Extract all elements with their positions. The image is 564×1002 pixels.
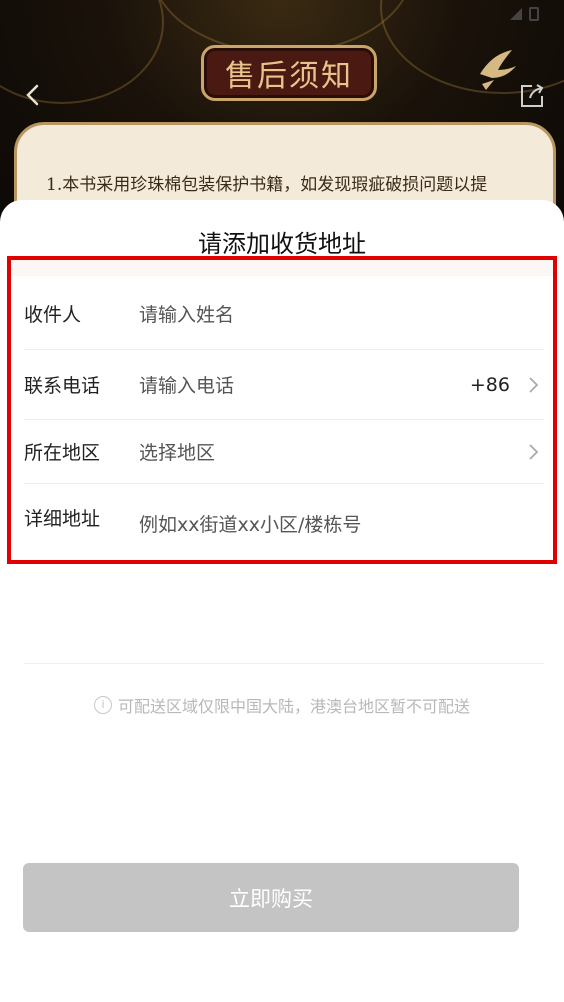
chevron-right-icon[interactable]: [522, 441, 544, 463]
detail-address-row[interactable]: 详细地址 例如xx街道xx小区/楼栋号: [24, 484, 544, 558]
crane-decoration-icon: [480, 50, 516, 90]
region-selector[interactable]: 选择地区: [139, 438, 522, 465]
recipient-label: 收件人: [24, 304, 82, 326]
after-sales-banner: 售后须知: [201, 45, 377, 101]
address-form: 收件人 请输入姓名 联系电话 请输入电话 +86 所在地区 选择地区 详细地址 …: [7, 256, 557, 564]
phone-input[interactable]: 请输入电话: [139, 371, 470, 398]
detail-address-input[interactable]: 例如xx街道xx小区/楼栋号: [139, 504, 544, 537]
recipient-row[interactable]: 收件人 请输入姓名: [24, 278, 544, 350]
sheet-title: 请添加收货地址: [198, 230, 366, 258]
phone-row[interactable]: 联系电话 请输入电话 +86: [24, 350, 544, 420]
banner-title: 售后须知: [225, 59, 353, 94]
recipient-name-input[interactable]: 请输入姓名: [139, 300, 544, 327]
status-bar: [506, 6, 546, 26]
region-label: 所在地区: [24, 442, 101, 464]
back-button[interactable]: [18, 80, 48, 110]
detail-address-label: 详细地址: [24, 508, 101, 530]
address-sheet: 请添加收货地址 收件人 请输入姓名 联系电话 请输入电话 +86 所在地区 选择…: [0, 200, 564, 1002]
divider: [24, 663, 544, 664]
delivery-tip: i 可配送区域仅限中国大陆，港澳台地区暂不可配送: [0, 693, 564, 717]
chevron-right-icon[interactable]: [522, 374, 544, 396]
signal-icon: [510, 7, 539, 21]
chevron-left-icon: [26, 84, 39, 106]
delivery-tip-text: 可配送区域仅限中国大陆，港澳台地区暂不可配送: [117, 697, 470, 716]
info-icon: i: [93, 696, 112, 714]
share-icon: [521, 84, 544, 107]
form-top-strip: [11, 260, 553, 276]
buy-now-button[interactable]: 立即购买: [23, 863, 519, 932]
notice-text: 1.本书采用珍珠棉包装保护书籍，如发现瑕疵破损问题以提: [46, 175, 488, 195]
share-button[interactable]: [518, 82, 546, 110]
region-row[interactable]: 所在地区 选择地区: [24, 420, 544, 484]
country-code-selector[interactable]: +86: [470, 374, 510, 396]
phone-label: 联系电话: [24, 375, 101, 397]
